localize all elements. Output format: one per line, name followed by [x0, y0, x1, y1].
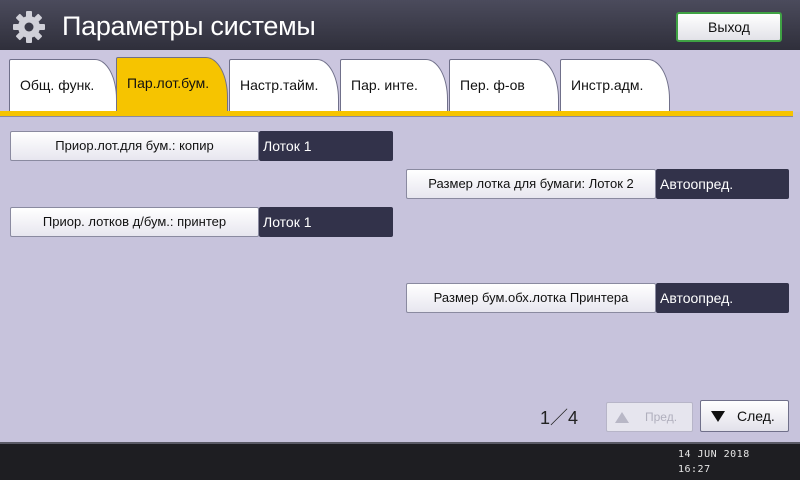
exit-button[interactable]: Выход — [676, 12, 782, 42]
printer-tray-priority-button[interactable]: Приор. лотков д/бум.: принтер — [10, 207, 259, 237]
tab-timer-settings[interactable]: Настр.тайм. — [229, 59, 339, 111]
tray-paper-size-value: Автоопред. — [656, 169, 789, 199]
status-time: 16:27 — [678, 464, 711, 475]
page-title: Параметры системы — [62, 11, 316, 41]
previous-page-button[interactable]: Пред. — [606, 402, 693, 432]
bypass-tray-size-button[interactable]: Размер бум.обх.лотка Принтера — [406, 283, 656, 313]
title-bar: Параметры системы Выход — [0, 0, 800, 50]
page-separator: ／ — [550, 408, 569, 428]
copier-tray-priority-button[interactable]: Приор.лот.для бум.: копир — [10, 131, 259, 161]
tab-general-features[interactable]: Общ. функ. — [9, 59, 117, 111]
tab-tray-paper-settings[interactable]: Пар.лот.бум. — [116, 57, 228, 113]
status-bar: 14 JUN 2018 16:27 — [0, 442, 800, 480]
bypass-tray-size-value: Автоопред. — [656, 283, 789, 313]
tab-interface-settings[interactable]: Пар. инте. — [340, 59, 448, 111]
triangle-up-icon — [615, 412, 629, 423]
printer-tray-priority-value: Лоток 1 — [259, 207, 393, 237]
tab-administrator-tools[interactable]: Инстр.адм. — [560, 59, 670, 111]
triangle-down-icon — [711, 411, 725, 422]
page-current: 1 — [540, 408, 551, 428]
copier-tray-priority-value: Лоток 1 — [259, 131, 393, 161]
previous-page-label: Пред. — [645, 410, 678, 424]
tray-paper-size-button[interactable]: Размер лотка для бумаги: Лоток 2 — [406, 169, 656, 199]
status-date: 14 JUN 2018 — [678, 449, 750, 460]
tab-underline — [0, 111, 793, 117]
tab-file-transfer[interactable]: Пер. ф-ов — [449, 59, 559, 111]
gear-icon — [13, 11, 45, 43]
next-page-button[interactable]: След. — [700, 400, 789, 432]
page-total: 4 — [568, 408, 579, 428]
next-page-label: След. — [737, 408, 775, 424]
page-indicator: 1／4 — [540, 404, 578, 430]
